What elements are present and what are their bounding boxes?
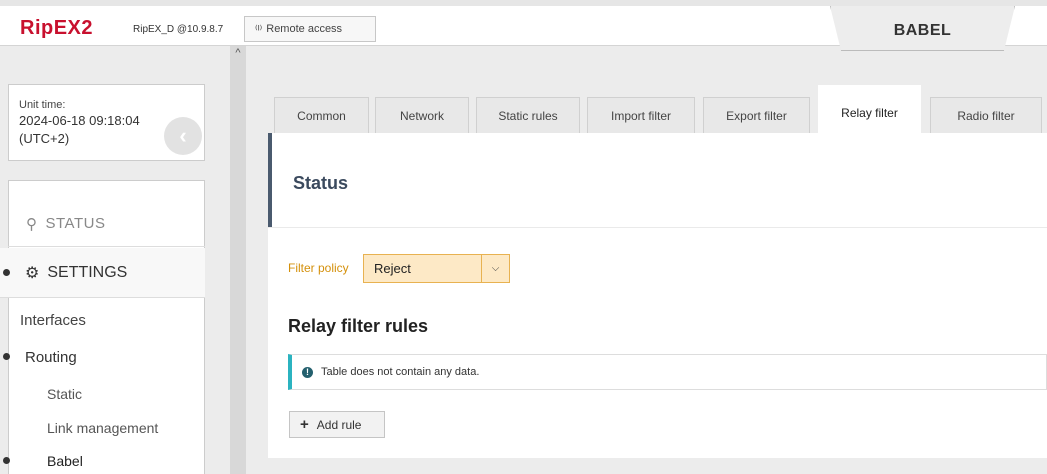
plus-icon: + <box>300 416 309 433</box>
unit-time-label: Unit time: <box>19 99 66 111</box>
babel-label: BABEL <box>893 22 952 39</box>
sidebar-item-settings[interactable]: ⚙ SETTINGS <box>0 248 205 298</box>
filter-policy-select[interactable]: Reject ⌵ <box>363 254 510 283</box>
device-label: RipEX_D @10.9.8.7 <box>133 24 224 35</box>
sidebar-item-static[interactable]: Static <box>47 386 82 402</box>
filter-policy-value: Reject <box>374 261 411 276</box>
sidebar-item-status[interactable]: ⚲ STATUS <box>8 201 205 247</box>
tab-radio-filter[interactable]: Radio filter <box>930 97 1042 133</box>
ripex-logo[interactable]: RipEX2 <box>20 17 93 40</box>
sidebar-scrollbar[interactable] <box>230 46 246 474</box>
remote-access-button[interactable]: ⁽ᴵ⁾ Remote access <box>244 16 376 42</box>
gear-icon: ⚙ <box>25 264 40 282</box>
empty-table-message: ! Table does not contain any data. <box>288 354 1047 390</box>
relay-filter-rules-heading: Relay filter rules <box>288 316 429 336</box>
bullet-icon <box>3 457 10 464</box>
sidebar-item-settings-label: SETTINGS <box>47 263 128 281</box>
sidebar-item-link-management[interactable]: Link management <box>47 420 158 436</box>
bullet-icon <box>3 353 10 360</box>
tab-network[interactable]: Network <box>375 97 469 133</box>
chevron-down-icon[interactable]: ⌵ <box>481 255 509 282</box>
empty-table-text: Table does not contain any data. <box>321 366 480 378</box>
status-stripe <box>268 133 272 227</box>
chevron-left-icon: ‹ <box>179 123 187 148</box>
add-rule-button[interactable]: + Add rule <box>289 411 385 438</box>
sidebar-item-status-label: STATUS <box>45 215 106 232</box>
filter-policy-label: Filter policy <box>288 261 349 275</box>
status-heading: Status <box>293 173 349 193</box>
tab-relay-filter[interactable]: Relay filter <box>818 85 921 133</box>
sidebar-item-routing[interactable]: Routing <box>25 349 77 366</box>
antenna-icon: ⁽ᴵ⁾ <box>255 23 263 36</box>
gauge-icon: ⚲ <box>26 215 38 233</box>
sidebar-item-interfaces[interactable]: Interfaces <box>20 312 86 329</box>
tab-export-filter[interactable]: Export filter <box>703 97 810 133</box>
collapse-sidebar-button[interactable]: ‹ <box>164 117 202 155</box>
divider <box>268 227 1047 228</box>
info-icon: ! <box>302 366 313 378</box>
scroll-up-icon[interactable]: ^ <box>230 46 246 60</box>
tab-static-rules[interactable]: Static rules <box>476 97 580 133</box>
top-stripe <box>0 0 1047 6</box>
content-panel: Status Filter policy Reject ⌵ Relay filt… <box>268 133 1047 458</box>
sidebar-item-babel[interactable]: Babel <box>47 453 83 469</box>
remote-access-label: Remote access <box>266 23 343 35</box>
bullet-icon <box>3 269 10 276</box>
top-bar: RipEX2 RipEX_D @10.9.8.7 ⁽ᴵ⁾ Remote acce… <box>0 0 1047 51</box>
tab-common[interactable]: Common <box>274 97 369 133</box>
add-rule-label: Add rule <box>316 417 362 432</box>
tab-import-filter[interactable]: Import filter <box>587 97 695 133</box>
